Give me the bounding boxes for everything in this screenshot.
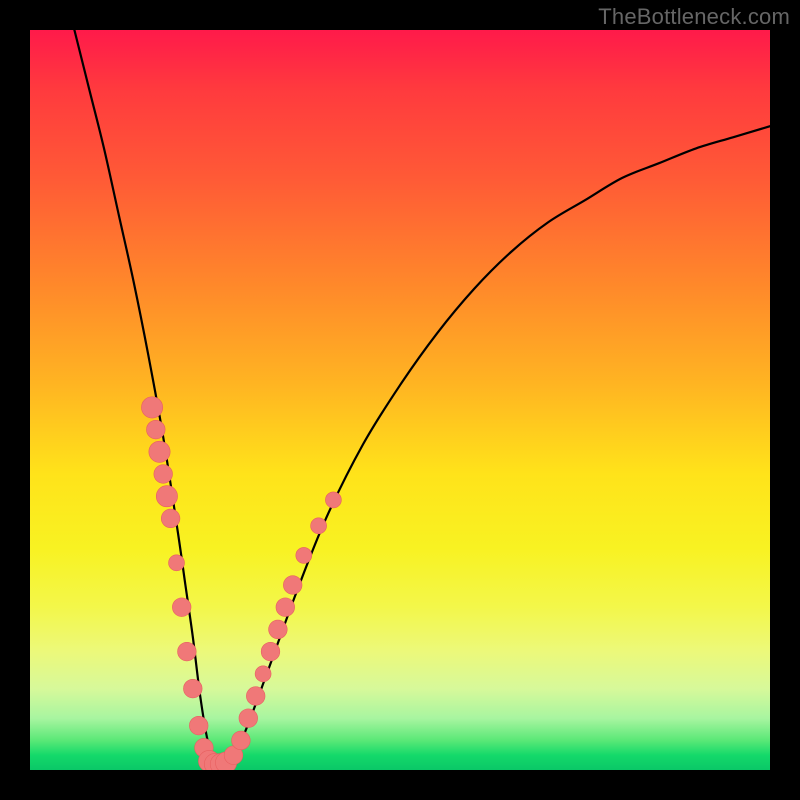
scatter-marker [246,687,265,706]
scatter-marker [189,716,208,735]
scatter-marker [172,598,191,617]
scatter-marker [261,642,280,661]
scatter-marker [232,731,251,750]
scatter-marker [156,486,177,507]
scatter-markers [141,397,341,770]
bottleneck-curve-svg [30,30,770,770]
scatter-marker [276,598,295,617]
scatter-marker [255,666,271,682]
scatter-marker [141,397,162,418]
scatter-marker [311,518,327,534]
scatter-marker [146,420,165,439]
scatter-marker [161,509,180,528]
scatter-marker [325,492,341,508]
scatter-marker [296,547,312,563]
plot-area [30,30,770,770]
scatter-marker [169,555,185,571]
scatter-marker [283,576,302,595]
scatter-marker [149,441,170,462]
watermark-text: TheBottleneck.com [598,4,790,30]
scatter-marker [154,465,173,484]
scatter-marker [269,620,288,639]
chart-frame: TheBottleneck.com [0,0,800,800]
scatter-marker [178,642,197,661]
scatter-marker [239,709,258,728]
scatter-marker [183,679,202,698]
